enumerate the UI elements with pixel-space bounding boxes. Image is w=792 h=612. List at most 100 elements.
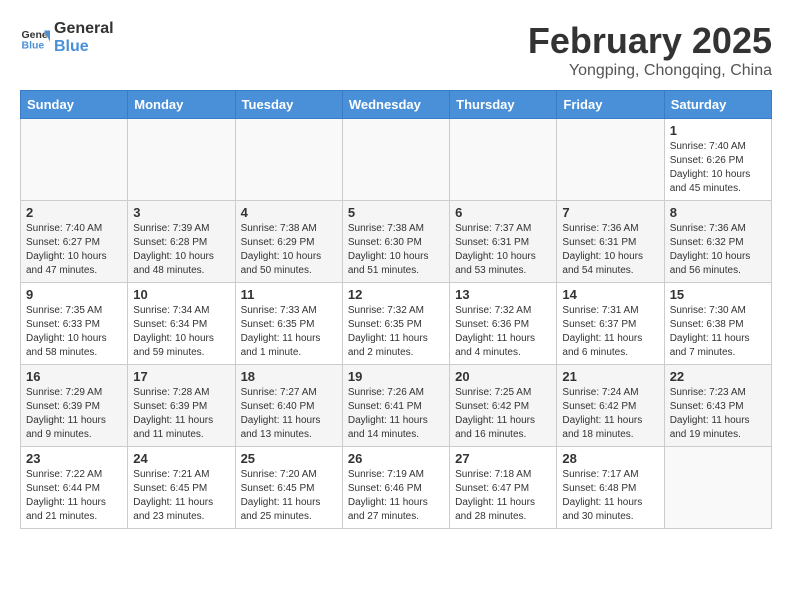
day-info: Sunrise: 7:38 AM Sunset: 6:30 PM Dayligh… [348, 222, 444, 278]
day-info: Sunrise: 7:24 AM Sunset: 6:42 PM Dayligh… [562, 386, 658, 442]
day-info: Sunrise: 7:23 AM Sunset: 6:43 PM Dayligh… [670, 386, 766, 442]
day-number: 17 [133, 369, 229, 384]
day-info: Sunrise: 7:21 AM Sunset: 6:45 PM Dayligh… [133, 468, 229, 524]
page-header: General Blue General Blue February 2025 … [20, 20, 772, 80]
day-number: 13 [455, 287, 551, 302]
calendar-cell: 11Sunrise: 7:33 AM Sunset: 6:35 PM Dayli… [235, 283, 342, 365]
calendar-cell: 20Sunrise: 7:25 AM Sunset: 6:42 PM Dayli… [450, 365, 557, 447]
day-info: Sunrise: 7:38 AM Sunset: 6:29 PM Dayligh… [241, 222, 337, 278]
day-number: 5 [348, 205, 444, 220]
day-info: Sunrise: 7:28 AM Sunset: 6:39 PM Dayligh… [133, 386, 229, 442]
day-info: Sunrise: 7:22 AM Sunset: 6:44 PM Dayligh… [26, 468, 122, 524]
day-info: Sunrise: 7:35 AM Sunset: 6:33 PM Dayligh… [26, 304, 122, 360]
calendar-cell: 13 Sunrise: 7:32 AM Sunset: 6:36 PM Dayli… [450, 283, 557, 365]
day-info: Sunrise: 7:18 AM Sunset: 6:47 PM Dayligh… [455, 468, 551, 524]
weekday-header-monday: Monday [128, 91, 235, 119]
calendar-week-row: 9 Sunrise: 7:35 AM Sunset: 6:33 PM Daylig… [21, 283, 772, 365]
day-number: 8 [670, 205, 766, 220]
day-number: 18 [241, 369, 337, 384]
calendar-cell: 3 Sunrise: 7:39 AM Sunset: 6:28 PM Daylig… [128, 201, 235, 283]
day-info: Sunrise: 7:26 AM Sunset: 6:41 PM Dayligh… [348, 386, 444, 442]
calendar-cell: 28 Sunrise: 7:17 AM Sunset: 6:48 PM Dayli… [557, 447, 664, 529]
day-number: 2 [26, 205, 122, 220]
day-number: 28 [562, 451, 658, 466]
calendar-week-row: 16 Sunrise: 7:29 AM Sunset: 6:39 PM Dayli… [21, 365, 772, 447]
logo-icon: General Blue [20, 23, 50, 53]
logo-blue-text: Blue [54, 38, 114, 56]
svg-text:Blue: Blue [22, 39, 45, 51]
day-info: Sunrise: 7:19 AM Sunset: 6:46 PM Dayligh… [348, 468, 444, 524]
day-info: Sunrise: 7:40 AM Sunset: 6:27 PM Dayligh… [26, 222, 122, 278]
calendar-table: SundayMondayTuesdayWednesdayThursdayFrid… [20, 90, 772, 529]
calendar-cell: 15 Sunrise: 7:30 AM Sunset: 6:38 PM Dayli… [664, 283, 771, 365]
weekday-header-row: SundayMondayTuesdayWednesdayThursdayFrid… [21, 91, 772, 119]
calendar-cell: 17 Sunrise: 7:28 AM Sunset: 6:39 PM Dayli… [128, 365, 235, 447]
day-number: 22 [670, 369, 766, 384]
day-number: 23 [26, 451, 122, 466]
day-number: 27 [455, 451, 551, 466]
calendar-cell: 19 Sunrise: 7:26 AM Sunset: 6:41 PM Dayli… [342, 365, 449, 447]
calendar-cell: 14Sunrise: 7:31 AM Sunset: 6:37 PM Dayli… [557, 283, 664, 365]
day-info: Sunrise: 7:39 AM Sunset: 6:28 PM Dayligh… [133, 222, 229, 278]
calendar-cell [128, 119, 235, 201]
calendar-cell: 7Sunrise: 7:36 AM Sunset: 6:31 PM Daylig… [557, 201, 664, 283]
calendar-week-row: 2 Sunrise: 7:40 AM Sunset: 6:27 PM Daylig… [21, 201, 772, 283]
day-number: 15 [670, 287, 766, 302]
calendar-cell: 27 Sunrise: 7:18 AM Sunset: 6:47 PM Dayli… [450, 447, 557, 529]
month-year-title: February 2025 [528, 20, 772, 62]
calendar-cell [235, 119, 342, 201]
calendar-cell: 16 Sunrise: 7:29 AM Sunset: 6:39 PM Dayli… [21, 365, 128, 447]
calendar-week-row: 1Sunrise: 7:40 AM Sunset: 6:26 PM Daylig… [21, 119, 772, 201]
day-info: Sunrise: 7:29 AM Sunset: 6:39 PM Dayligh… [26, 386, 122, 442]
weekday-header-sunday: Sunday [21, 91, 128, 119]
day-info: Sunrise: 7:40 AM Sunset: 6:26 PM Dayligh… [670, 140, 766, 196]
day-info: Sunrise: 7:32 AM Sunset: 6:36 PM Dayligh… [455, 304, 551, 360]
calendar-cell: 10 Sunrise: 7:34 AM Sunset: 6:34 PM Dayli… [128, 283, 235, 365]
day-number: 24 [133, 451, 229, 466]
calendar-cell [557, 119, 664, 201]
calendar-cell: 1Sunrise: 7:40 AM Sunset: 6:26 PM Daylig… [664, 119, 771, 201]
weekday-header-saturday: Saturday [664, 91, 771, 119]
calendar-cell: 4Sunrise: 7:38 AM Sunset: 6:29 PM Daylig… [235, 201, 342, 283]
day-info: Sunrise: 7:27 AM Sunset: 6:40 PM Dayligh… [241, 386, 337, 442]
day-info: Sunrise: 7:32 AM Sunset: 6:35 PM Dayligh… [348, 304, 444, 360]
location-subtitle: Yongping, Chongqing, China [528, 62, 772, 80]
weekday-header-friday: Friday [557, 91, 664, 119]
day-number: 16 [26, 369, 122, 384]
calendar-cell: 26 Sunrise: 7:19 AM Sunset: 6:46 PM Dayli… [342, 447, 449, 529]
calendar-cell: 21 Sunrise: 7:24 AM Sunset: 6:42 PM Dayli… [557, 365, 664, 447]
calendar-cell: 9 Sunrise: 7:35 AM Sunset: 6:33 PM Daylig… [21, 283, 128, 365]
day-info: Sunrise: 7:17 AM Sunset: 6:48 PM Dayligh… [562, 468, 658, 524]
day-number: 3 [133, 205, 229, 220]
calendar-cell: 8 Sunrise: 7:36 AM Sunset: 6:32 PM Daylig… [664, 201, 771, 283]
weekday-header-thursday: Thursday [450, 91, 557, 119]
calendar-cell: 6 Sunrise: 7:37 AM Sunset: 6:31 PM Daylig… [450, 201, 557, 283]
calendar-cell: 2 Sunrise: 7:40 AM Sunset: 6:27 PM Daylig… [21, 201, 128, 283]
calendar-cell [664, 447, 771, 529]
title-block: February 2025 Yongping, Chongqing, China [528, 20, 772, 80]
day-info: Sunrise: 7:20 AM Sunset: 6:45 PM Dayligh… [241, 468, 337, 524]
day-info: Sunrise: 7:30 AM Sunset: 6:38 PM Dayligh… [670, 304, 766, 360]
day-info: Sunrise: 7:25 AM Sunset: 6:42 PM Dayligh… [455, 386, 551, 442]
day-number: 25 [241, 451, 337, 466]
calendar-cell [342, 119, 449, 201]
logo: General Blue General Blue [20, 20, 114, 55]
day-info: Sunrise: 7:37 AM Sunset: 6:31 PM Dayligh… [455, 222, 551, 278]
weekday-header-tuesday: Tuesday [235, 91, 342, 119]
day-info: Sunrise: 7:31 AM Sunset: 6:37 PM Dayligh… [562, 304, 658, 360]
calendar-cell: 23 Sunrise: 7:22 AM Sunset: 6:44 PM Dayli… [21, 447, 128, 529]
calendar-cell [450, 119, 557, 201]
calendar-cell: 5 Sunrise: 7:38 AM Sunset: 6:30 PM Daylig… [342, 201, 449, 283]
day-number: 6 [455, 205, 551, 220]
day-number: 10 [133, 287, 229, 302]
day-number: 9 [26, 287, 122, 302]
day-number: 21 [562, 369, 658, 384]
day-info: Sunrise: 7:36 AM Sunset: 6:32 PM Dayligh… [670, 222, 766, 278]
calendar-cell: 12 Sunrise: 7:32 AM Sunset: 6:35 PM Dayli… [342, 283, 449, 365]
day-number: 19 [348, 369, 444, 384]
calendar-cell: 24 Sunrise: 7:21 AM Sunset: 6:45 PM Dayli… [128, 447, 235, 529]
day-number: 26 [348, 451, 444, 466]
calendar-week-row: 23 Sunrise: 7:22 AM Sunset: 6:44 PM Dayli… [21, 447, 772, 529]
day-number: 12 [348, 287, 444, 302]
day-info: Sunrise: 7:34 AM Sunset: 6:34 PM Dayligh… [133, 304, 229, 360]
